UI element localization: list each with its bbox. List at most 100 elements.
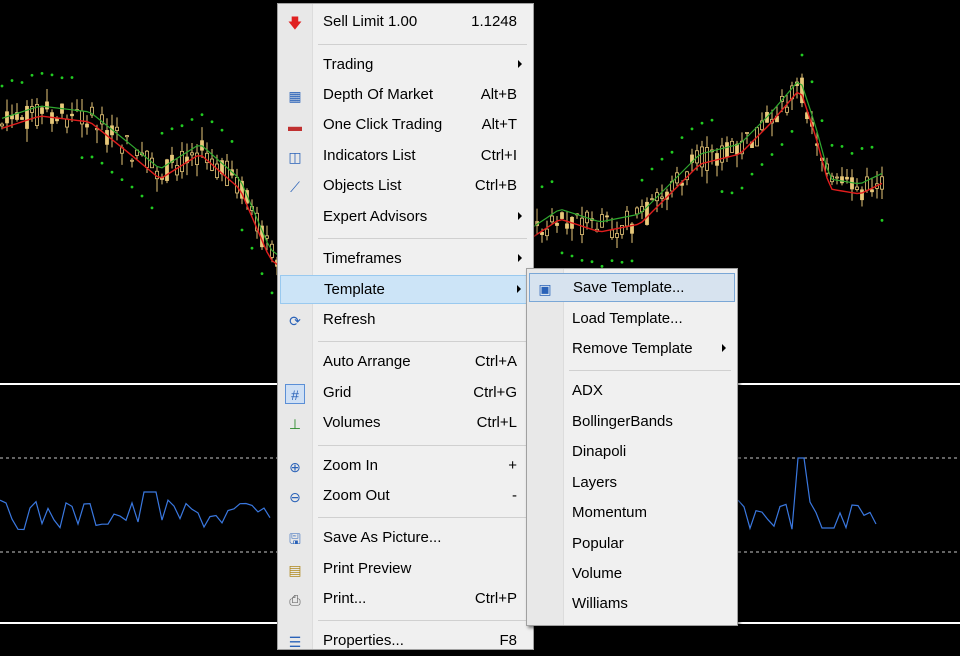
menu-item-label: Auto Arrange — [323, 353, 411, 370]
menu-item-timeframes[interactable]: Timeframes — [280, 245, 531, 274]
print-icon: ⎙ — [289, 592, 301, 608]
menu-item-label: Volumes — [323, 414, 381, 431]
menu-item-shortcut: Ctrl+L — [476, 414, 517, 431]
menu-item-label: Timeframes — [323, 250, 402, 267]
menu-item-shortcut: Alt+B — [480, 86, 517, 103]
menu-item-shortcut: Ctrl+P — [474, 590, 517, 607]
menu-item-label: BollingerBands — [572, 413, 673, 430]
menu-item-expert-advisors[interactable]: Expert Advisors — [280, 203, 531, 232]
menu-item-zoom-out[interactable]: ⊖ Zoom Out - — [280, 482, 531, 511]
menu-item-auto-arrange[interactable]: Auto Arrange Ctrl+A — [280, 348, 531, 377]
menu-item-depth-of-market[interactable]: ▦ Depth Of Market Alt+B — [280, 81, 531, 110]
menu-item-indicators-list[interactable]: ◫ Indicators List Ctrl+I — [280, 142, 531, 171]
menu-item-bollingerbands[interactable]: BollingerBands — [529, 408, 735, 437]
submenu-arrow-icon — [722, 344, 726, 352]
menu-item-label: ADX — [572, 382, 603, 399]
menu-item-label: Dinapoli — [572, 443, 627, 460]
refresh-icon: ⟳ — [289, 313, 301, 329]
menu-item-label: Zoom Out — [323, 487, 390, 504]
menu-item-trading[interactable]: Trading — [280, 51, 531, 80]
menu-item-label: Objects List — [323, 177, 402, 194]
properties-icon: ☰ — [288, 634, 302, 650]
menu-item-save-as-picture[interactable]: 🖫 Save As Picture... — [280, 524, 531, 553]
grid-icon: # — [285, 384, 305, 404]
menu-separator — [569, 370, 731, 371]
menu-item-label: Print Preview — [323, 560, 412, 577]
menu-item-shortcut: 1.1248 — [471, 13, 517, 30]
menu-item-shortcut: Alt+T — [481, 116, 517, 133]
menu-item-grid[interactable]: # Grid Ctrl+G — [280, 379, 531, 408]
menu-item-shortcut: Ctrl+I — [480, 147, 517, 164]
menu-item-template[interactable]: Template — [280, 275, 531, 304]
depth-of-market-icon: ▦ — [288, 88, 302, 104]
zoom-out-icon: ⊖ — [289, 489, 301, 505]
one-click-trading-icon: ▬ — [288, 118, 302, 134]
menu-item-layers[interactable]: Layers — [529, 469, 735, 498]
submenu-arrow-icon — [518, 254, 522, 262]
chart-context-menu: 🡇 Sell Limit 1.00 1.1248 Trading ▦ Depth Of M… — [277, 3, 534, 650]
menu-item-volume[interactable]: Volume — [529, 560, 735, 589]
menu-separator — [318, 341, 527, 342]
menu-item-dinapoli[interactable]: Dinapoli — [529, 438, 735, 467]
menu-item-label: Refresh — [323, 311, 376, 328]
menu-separator — [318, 238, 527, 239]
menu-item-adx[interactable]: ADX — [529, 377, 735, 406]
menu-separator — [318, 517, 527, 518]
zoom-in-icon: ⊕ — [289, 459, 301, 475]
menu-item-label: Sell Limit 1.00 — [323, 13, 418, 30]
menu-item-save-template[interactable]: ▣ Save Template... — [529, 273, 735, 302]
submenu-arrow-icon — [517, 285, 521, 293]
oscillator-line — [0, 491, 271, 531]
menu-item-label: Save As Picture... — [323, 529, 442, 546]
menu-separator — [318, 445, 527, 446]
objects-list-icon: ⟋ — [290, 179, 300, 195]
menu-item-label: Depth Of Market — [323, 86, 434, 103]
menu-item-label: Layers — [572, 474, 618, 491]
menu-item-load-template[interactable]: Load Template... — [529, 305, 735, 334]
menu-item-williams[interactable]: Williams — [529, 590, 735, 619]
menu-item-popular[interactable]: Popular — [529, 530, 735, 559]
submenu-arrow-icon — [518, 60, 522, 68]
menu-item-label: Properties... — [323, 632, 404, 649]
menu-item-remove-template[interactable]: Remove Template — [529, 335, 735, 364]
menu-item-objects-list[interactable]: ⟋ Objects List Ctrl+B — [280, 172, 531, 201]
menu-item-one-click-trading[interactable]: ▬ One Click Trading Alt+T — [280, 111, 531, 140]
menu-item-shortcut: Ctrl+G — [473, 384, 517, 401]
menu-item-sell-limit-1-00[interactable]: 🡇 Sell Limit 1.00 1.1248 — [280, 8, 531, 37]
menu-item-print-preview[interactable]: ▤ Print Preview — [280, 555, 531, 584]
menu-separator — [318, 44, 527, 45]
menu-item-label: Indicators List — [323, 147, 416, 164]
menu-item-label: Template — [324, 281, 385, 298]
save-as-picture-icon: 🖫 — [289, 531, 301, 547]
submenu-arrow-icon — [518, 212, 522, 220]
menu-item-label: Trading — [323, 56, 374, 73]
indicators-list-icon: ◫ — [288, 149, 302, 165]
menu-item-label: Volume — [572, 565, 623, 582]
template-submenu: ▣ Save Template... Load Template... Remove … — [526, 268, 738, 626]
menu-item-label: Grid — [323, 384, 352, 401]
menu-item-momentum[interactable]: Momentum — [529, 499, 735, 528]
menu-item-volumes[interactable]: ⊥ Volumes Ctrl+L — [280, 409, 531, 438]
menu-item-shortcut: + — [508, 457, 517, 474]
menu-item-shortcut: - — [512, 487, 517, 504]
menu-item-label: Save Template... — [573, 279, 685, 296]
menu-item-shortcut: Ctrl+A — [474, 353, 517, 370]
menu-item-properties[interactable]: ☰ Properties... F8 — [280, 627, 531, 656]
print-preview-icon: ▤ — [288, 562, 302, 578]
save-template-icon: ▣ — [538, 281, 552, 297]
menu-item-shortcut: Ctrl+B — [474, 177, 517, 194]
menu-item-label: Williams — [572, 595, 628, 612]
menu-item-label: Remove Template — [572, 340, 693, 357]
sell-limit-icon: 🡇 — [287, 15, 303, 31]
menu-item-label: Zoom In — [323, 457, 379, 474]
menu-item-zoom-in[interactable]: ⊕ Zoom In + — [280, 452, 531, 481]
menu-item-label: Popular — [572, 535, 624, 552]
menu-item-print[interactable]: ⎙ Print... Ctrl+P — [280, 585, 531, 614]
menu-item-label: Expert Advisors — [323, 208, 428, 225]
menu-item-label: Print... — [323, 590, 367, 607]
oscillator-line-right — [737, 457, 877, 531]
menu-item-refresh[interactable]: ⟳ Refresh — [280, 306, 531, 335]
menu-separator — [318, 620, 527, 621]
volumes-icon: ⊥ — [288, 416, 302, 432]
menu-item-label: One Click Trading — [323, 116, 443, 133]
